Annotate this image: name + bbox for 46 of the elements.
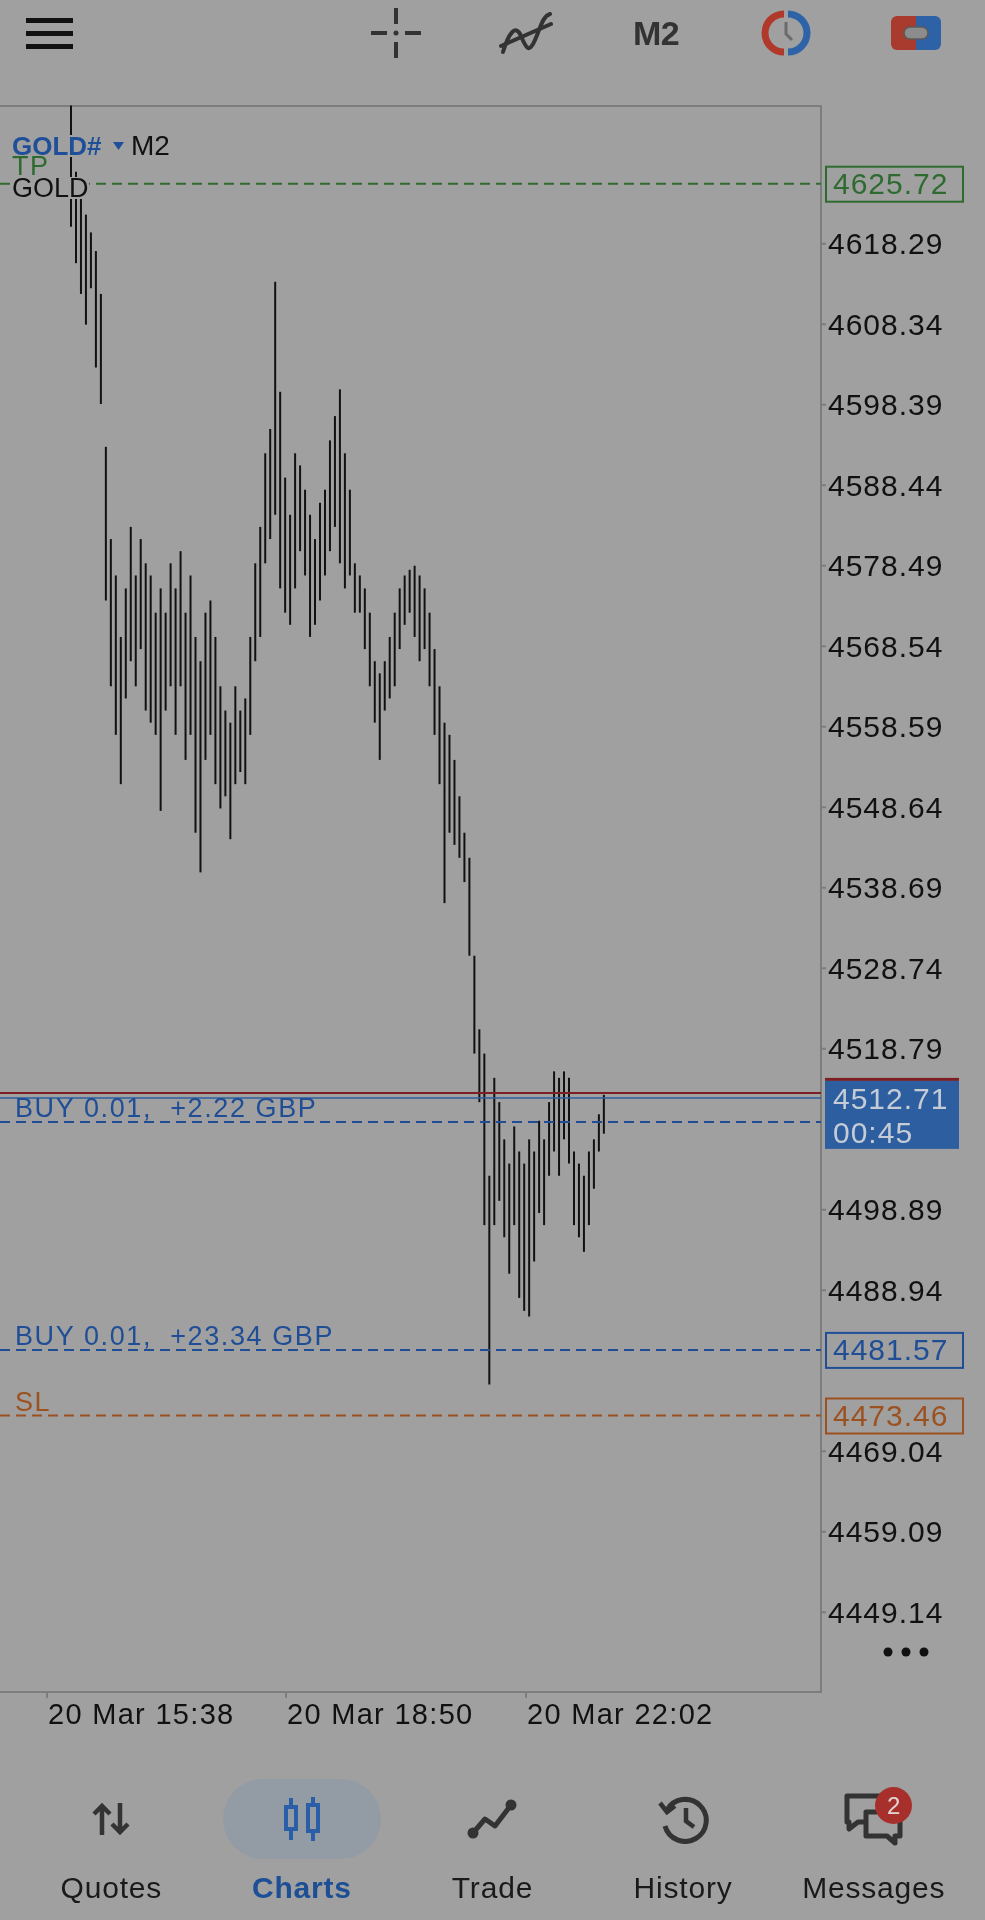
history-clock-icon [656, 1794, 710, 1844]
price-axis-label: 4449.14 [828, 1595, 944, 1629]
price-axis-label: 4469.04 [828, 1434, 944, 1468]
price-axis-label: 4568.54 [828, 629, 944, 663]
price-axis-label: 4548.64 [828, 790, 944, 824]
price-axis-label: 4598.39 [828, 388, 944, 422]
nav-tab[interactable]: Trade [397, 1740, 588, 1920]
time-axis-label: 20 Mar 22:02 [527, 1698, 714, 1730]
take-profit-label: TP [12, 156, 50, 177]
stop-loss-label: SL [15, 1391, 52, 1413]
up-down-arrows-icon [91, 1802, 132, 1836]
nav-tab[interactable]: History [587, 1740, 779, 1920]
time-axis-label: 20 Mar 18:50 [287, 1698, 474, 1730]
price-tag: 4481.57 [825, 1331, 964, 1369]
line-chart-icon [467, 1799, 518, 1839]
price-tag: 4473.46 [825, 1397, 964, 1435]
time-axis-label: 20 Mar 15:38 [48, 1698, 235, 1730]
timeframe-button[interactable]: M2 [632, 13, 680, 53]
price-axis-label: 4618.29 [828, 227, 944, 261]
price-axis-label: 4459.09 [828, 1515, 944, 1549]
price-tag: 4625.72 [825, 165, 964, 203]
price-axis-label: 4528.74 [828, 951, 944, 985]
price-axis-label: 4608.34 [828, 307, 944, 341]
notification-badge: 2 [875, 1786, 913, 1824]
price-axis-label: 4498.89 [828, 1193, 944, 1227]
price-axis-label: 4578.49 [828, 549, 944, 583]
menu-icon[interactable] [26, 17, 73, 49]
price-axis-label: 4488.94 [828, 1273, 944, 1307]
nav-tab[interactable]: 2 Messages [778, 1740, 969, 1920]
price-axis-label: 4588.44 [828, 468, 944, 502]
symbol-description: GOLD [12, 177, 89, 199]
bar-timer-text: 00:45 [833, 1116, 914, 1150]
symbol-label: GOLD# [12, 135, 102, 157]
bid-price-text: 4512.71 [833, 1081, 949, 1115]
order-label: BUY 0.01, +2.22 GBP [15, 1098, 318, 1119]
price-axis-label: 4538.69 [828, 871, 944, 905]
crosshair-icon[interactable] [371, 8, 421, 58]
caret-icon [113, 142, 124, 150]
order-label: BUY 0.01, +23.34 GBP [15, 1325, 335, 1347]
wave-curve-icon[interactable] [499, 10, 553, 56]
more-icon[interactable] [883, 1647, 929, 1657]
price-axis-label: 4518.79 [828, 1032, 944, 1066]
timeframe-label: M2 [131, 135, 170, 157]
toggle-icon[interactable] [891, 16, 941, 50]
price-axis-label: 4558.59 [828, 710, 944, 744]
nav-tab[interactable]: Quotes [16, 1740, 207, 1920]
